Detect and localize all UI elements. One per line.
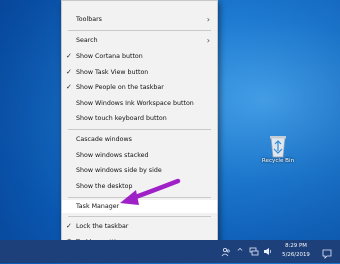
- menu-item-toolbars[interactable]: Toolbars ›: [62, 13, 217, 26]
- menu-item-lock-taskbar[interactable]: ✓ Lock the taskbar: [62, 220, 217, 233]
- menu-item-label: Show touch keyboard button: [76, 115, 167, 122]
- menu-item-label: Search: [76, 37, 98, 44]
- menu-item-show-task-view[interactable]: ✓ Show Task View button: [62, 66, 217, 79]
- notification-icon[interactable]: [321, 245, 333, 259]
- menu-separator: [68, 197, 211, 198]
- chevron-right-icon: ›: [206, 15, 210, 24]
- check-icon: ✓: [66, 52, 72, 60]
- menu-item-search[interactable]: Search ›: [62, 34, 217, 47]
- menu-item-label: Show windows stacked: [76, 152, 149, 159]
- menu-item-label: Show Windows Ink Workspace button: [76, 100, 194, 107]
- check-icon: ✓: [66, 83, 72, 91]
- chevron-up-icon[interactable]: ^: [235, 240, 245, 263]
- menu-separator: [68, 129, 211, 130]
- menu-item-label: Show Task View button: [76, 69, 149, 76]
- menu-item-label: Task Manager: [76, 203, 120, 210]
- clock-date: 5/26/2019: [282, 252, 310, 258]
- menu-item-label: Cascade windows: [76, 136, 132, 143]
- menu-item-label: Show the desktop: [76, 183, 133, 190]
- menu-item-task-manager[interactable]: Task Manager: [62, 200, 217, 213]
- network-icon[interactable]: [248, 240, 260, 263]
- menu-item-label: Show People on the taskbar: [76, 84, 164, 91]
- taskbar: ^ 8:29 PM 5/26/2019: [0, 240, 340, 263]
- menu-separator: [68, 216, 211, 217]
- recycle-bin-icon: [270, 136, 286, 158]
- menu-item-show-cortana[interactable]: ✓ Show Cortana button: [62, 50, 217, 63]
- recycle-bin-label: Recycle Bin: [261, 158, 295, 164]
- people-icon[interactable]: [220, 240, 232, 263]
- menu-item-show-ink-workspace[interactable]: Show Windows Ink Workspace button: [62, 97, 217, 110]
- menu-item-label: Lock the taskbar: [76, 223, 129, 230]
- recycle-bin[interactable]: Recycle Bin: [256, 133, 300, 167]
- check-icon: ✓: [66, 68, 72, 76]
- taskbar-context-menu: Toolbars › Search › ✓ Show Cortana butto…: [61, 0, 218, 249]
- menu-item-show-touch-keyboard[interactable]: Show touch keyboard button: [62, 112, 217, 125]
- check-icon: ✓: [66, 222, 72, 230]
- menu-item-cascade-windows[interactable]: Cascade windows: [62, 133, 217, 146]
- menu-item-label: Show Cortana button: [76, 53, 143, 60]
- chevron-right-icon: ›: [206, 36, 210, 45]
- menu-item-show-windows-stacked[interactable]: Show windows stacked: [62, 149, 217, 162]
- menu-item-label: Show windows side by side: [76, 167, 162, 174]
- menu-item-show-side-by-side[interactable]: Show windows side by side: [62, 164, 217, 177]
- menu-item-show-people[interactable]: ✓ Show People on the taskbar: [62, 81, 217, 94]
- clock-time: 8:29 PM: [285, 243, 307, 249]
- taskbar-clock[interactable]: 8:29 PM 5/26/2019: [276, 242, 316, 260]
- volume-icon[interactable]: [262, 240, 274, 263]
- menu-separator: [68, 30, 211, 31]
- menu-item-label: Toolbars: [76, 16, 102, 23]
- menu-item-show-desktop[interactable]: Show the desktop: [62, 180, 217, 193]
